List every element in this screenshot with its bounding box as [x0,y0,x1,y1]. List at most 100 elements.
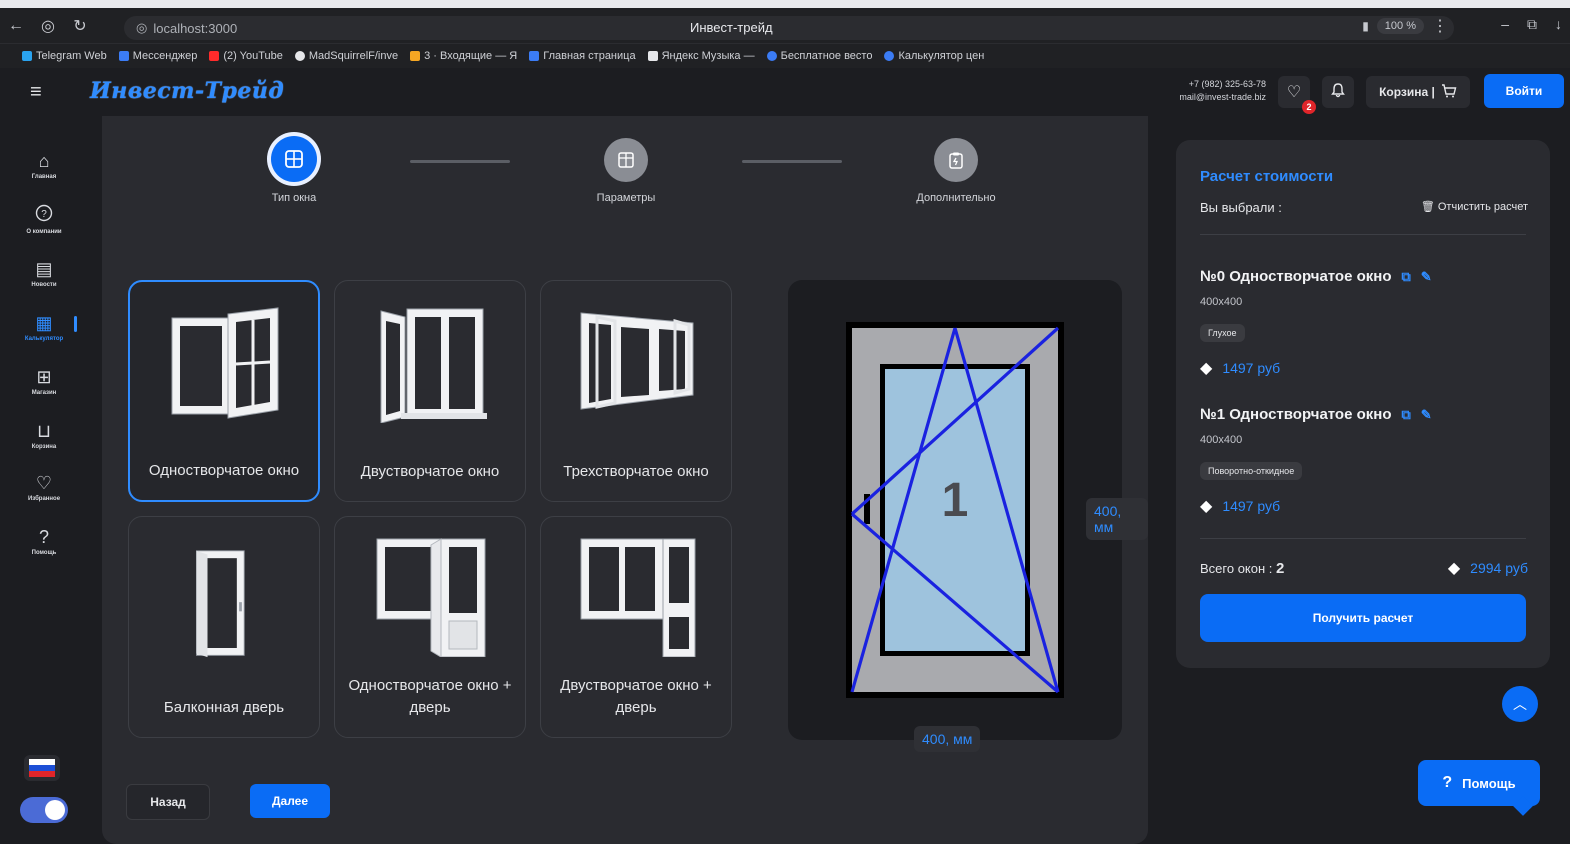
single-window-door-illustration [376,538,486,657]
step-label: Дополнительно [916,192,996,204]
window-type-card-single[interactable]: Одностворчатое окно [128,280,320,502]
sidebar-item-news[interactable]: ▤ Новости [10,258,78,288]
step-window-type[interactable]: Тип окна [244,136,344,204]
price-tag-icon: ◆ [1447,560,1461,577]
site-logo[interactable]: Инвест-Трейд [90,78,284,104]
sidebar-item-calculator[interactable]: ▦ Калькулятор [10,312,78,342]
reload-icon[interactable]: ↻ [64,12,96,40]
left-sidebar: ⌂ Главная ? О компании ▤ Новости ▦ Кальк… [10,116,78,844]
sidebar-item-label: О компании [26,229,62,235]
site-header: ≡ Инвест-Трейд +7 (982) 325-63-78 mail@i… [0,68,1570,116]
cart-icon [1441,83,1457,102]
window-type-name: Двустворчатое окно [360,463,500,480]
favorites-button[interactable]: ♡ 2 [1278,76,1316,114]
get-calculation-button[interactable]: Получить расчет [1200,594,1526,642]
minimize-icon[interactable]: – [1501,16,1509,33]
more-options-icon[interactable]: ⋮ [1432,16,1448,36]
address-bar[interactable]: ◎ localhost:3000 [124,16,1454,40]
window-type-card-double[interactable]: Двустворчатое окно [334,280,526,502]
heart-icon: ♡ [35,473,53,493]
chosen-label: Вы выбрали : [1200,200,1282,215]
edit-icon[interactable]: ✎ [1421,407,1432,423]
total-windows: Всего окон : 2 [1200,560,1285,577]
question-circle-icon: ? [35,204,53,227]
total-price: ◆ 2994 руб [1447,560,1528,577]
clear-calculation-button[interactable]: 🗑 Отчистить расчет [1421,200,1528,213]
step-additional[interactable]: Дополнительно [896,138,1016,204]
bookmark-item[interactable]: Telegram Web [22,50,107,62]
trash-icon: 🗑 [1420,201,1435,213]
back-button[interactable]: Назад [126,784,210,820]
flag-stripe-red [29,771,55,777]
edit-icon[interactable]: ✎ [1421,269,1432,285]
bookmark-item[interactable]: (2) YouTube [209,50,283,62]
window-preview-drawing: 1 [846,322,1064,698]
sidebar-item-shop[interactable]: ⊞ Магазин [10,366,78,396]
window-type-card-double-plus-door[interactable]: Двустворчатое окно + дверь [540,516,732,738]
bookmark-item[interactable]: Главная страница [529,50,636,62]
tab-title: Инвест-трейд [690,20,773,35]
sidebar-item-label: Новости [31,282,57,288]
step-parameters[interactable]: Параметры [576,138,676,204]
clipboard-icon [934,138,978,182]
toggle-knob [45,800,65,820]
step-label: Тип окна [271,192,317,204]
bookmark-favicon-icon [209,51,220,61]
step-connector [410,160,510,163]
help-button[interactable]: ? Помощь [1418,760,1540,816]
zoom-indicator[interactable]: 100 % [1376,18,1424,34]
sidebar-item-home[interactable]: ⌂ Главная [10,150,78,180]
double-window-illustration [380,308,487,423]
theme-toggle[interactable] [20,797,68,823]
bookmark-favicon-icon [766,51,777,61]
bookmarks-bar: Telegram Web Мессенджер (2) YouTube MadS… [0,44,1570,68]
copy-icon[interactable]: ⧉ [1402,407,1411,423]
sidebar-item-about[interactable]: ? О компании [10,204,78,235]
triple-window-illustration [580,312,694,410]
speech-tail [1513,796,1533,816]
contacts-block: +7 (982) 325-63-78 mail@invest-trade.biz [1160,78,1266,104]
extensions-icon[interactable]: ⧉ [1527,16,1537,33]
cart-label: Корзина | [1379,85,1435,99]
login-button[interactable]: Войти [1484,74,1564,108]
copy-icon[interactable]: ⧉ [1402,269,1411,285]
summary-item-price: ◆ 1497 руб [1200,498,1281,515]
bookmark-item[interactable]: 3 · Входящие — Я [410,50,517,62]
scroll-top-button[interactable]: ︿ [1502,686,1538,722]
clear-label: Отчистить расчет [1437,201,1528,213]
browser-menu-icon[interactable]: ◎ [32,12,64,40]
sidebar-item-help[interactable]: ? Помощь [10,526,78,556]
email-address[interactable]: mail@invest-trade.biz [1160,91,1266,104]
window-type-card-single-plus-door[interactable]: Одностворчатое окно + дверь [334,516,526,738]
price-tag-icon: ◆ [1200,360,1213,377]
site-info-icon[interactable]: ◎ [136,20,147,36]
language-flag-ru[interactable] [24,755,60,781]
notifications-button[interactable] [1322,76,1354,108]
bell-icon [1330,82,1346,103]
bookmark-icon[interactable]: ▮ [1362,19,1369,33]
bookmark-favicon-icon [529,51,540,61]
window-type-card-balcony-door[interactable]: Балконная дверь [128,516,320,738]
grid-icon [271,136,317,182]
sidebar-item-favorites[interactable]: ♡ Избранное [10,472,78,502]
bookmark-item[interactable]: Бесплатное весто [766,50,872,62]
next-button[interactable]: Далее [250,784,330,818]
help-icon: ? [38,527,49,547]
bookmark-favicon-icon [294,51,305,61]
window-type-name: Балконная дверь [163,699,285,716]
download-icon[interactable]: ↓ [1555,16,1562,33]
back-arrow-icon[interactable]: ← [0,12,32,40]
sidebar-item-cart[interactable]: ⊔ Корзина [10,420,78,450]
cart-button[interactable]: Корзина | [1366,76,1470,108]
double-window-door-illustration [580,538,696,657]
bookmark-item[interactable]: Калькулятор цен [884,50,984,62]
menu-burger-icon[interactable]: ≡ [30,82,52,102]
bookmark-item[interactable]: MadSquirrelF/inve [294,50,398,62]
window-top-strip [0,0,1570,8]
bookmark-item[interactable]: Мессенджер [118,50,197,62]
divider [1200,538,1526,539]
bookmark-item[interactable]: Яндекс Музыка — [647,50,755,62]
phone-number[interactable]: +7 (982) 325-63-78 [1160,78,1266,91]
window-type-card-triple[interactable]: Трехстворчатое окно [540,280,732,502]
step-connector [742,160,842,163]
